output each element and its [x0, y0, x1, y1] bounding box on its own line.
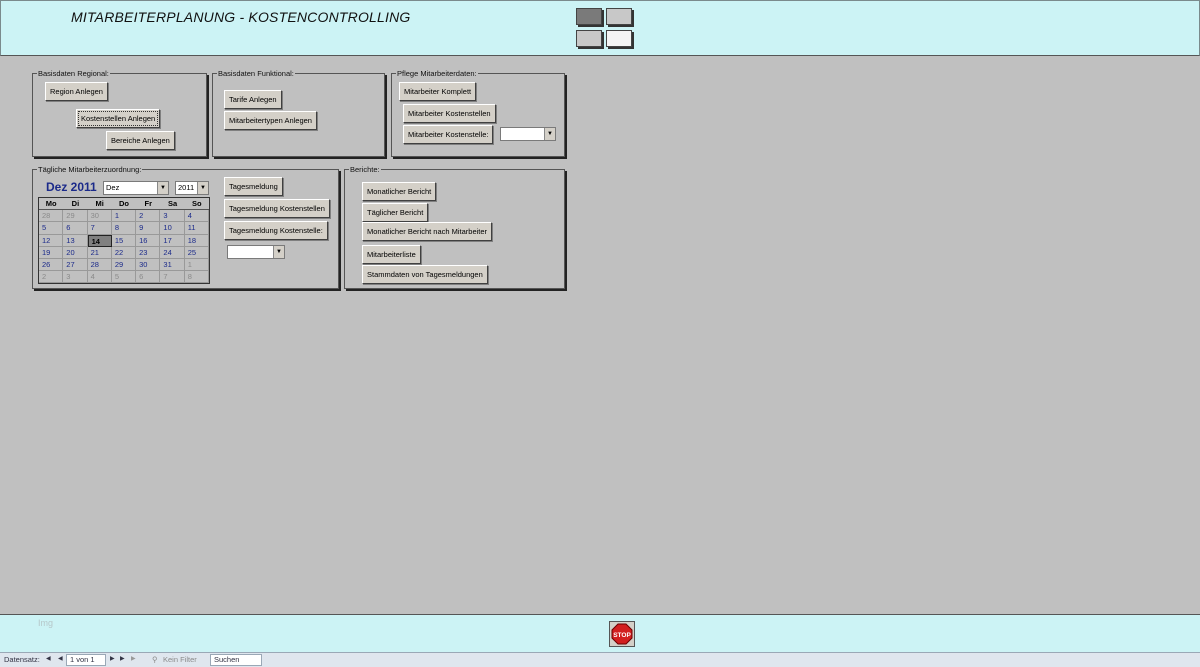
group-label: Basisdaten Funktional: — [217, 69, 295, 78]
svg-text:STOP: STOP — [613, 632, 631, 639]
tarife-anlegen-button[interactable]: Tarife Anlegen — [224, 90, 282, 109]
calendar-day[interactable]: 28 — [39, 210, 64, 223]
tagesmeldung-kostenstelle-select[interactable]: ▼ — [227, 245, 285, 259]
chevron-down-icon[interactable]: ▼ — [544, 128, 555, 140]
calendar-day[interactable]: 19 — [39, 246, 64, 259]
calendar-day[interactable]: 29 — [111, 258, 137, 272]
calendar-day[interactable]: 1 — [111, 210, 137, 223]
calendar-day[interactable]: 17 — [160, 234, 185, 247]
calendar-day[interactable]: 3 — [63, 271, 88, 284]
calendar-day[interactable]: 8 — [111, 222, 137, 235]
footer-ghost-text: Img — [38, 618, 54, 628]
next-record-icon[interactable]: ▶ — [110, 653, 115, 666]
calendar-day[interactable]: 25 — [184, 246, 209, 259]
mitarbeiter-kostenstelle-select[interactable]: ▼ — [500, 127, 556, 141]
tagesmeldung-button[interactable]: Tagesmeldung — [224, 177, 283, 196]
app-title: MITARBEITERPLANUNG - KOSTENCONTROLLING — [71, 9, 411, 25]
calendar-year-select[interactable]: 2011 ▼ — [175, 181, 209, 195]
mitarbeiter-komplett-button[interactable]: Mitarbeiter Komplett — [399, 82, 477, 101]
calendar-day[interactable]: 16 — [136, 234, 161, 247]
stop-button[interactable]: STOP — [609, 621, 635, 647]
calendar-weekday-header: Do — [111, 198, 137, 211]
calendar-day[interactable]: 21 — [87, 246, 112, 259]
calendar-day[interactable]: 7 — [160, 271, 185, 284]
calendar-day[interactable]: 3 — [160, 210, 185, 223]
calendar-day[interactable]: 20 — [63, 246, 88, 259]
calendar-day[interactable]: 12 — [39, 234, 64, 247]
calendar-weekday-header: Sa — [160, 198, 185, 211]
calendar-weekday-header: Mi — [87, 198, 112, 211]
calendar-day-selected[interactable]: 14 — [87, 234, 112, 247]
record-position-field[interactable]: 1 von 1 — [66, 654, 106, 666]
calendar-weekday-header: So — [184, 198, 209, 211]
group-label: Berichte: — [349, 165, 381, 174]
calendar-day[interactable]: 10 — [160, 222, 185, 235]
filter-status[interactable]: Kein Filter — [163, 653, 197, 666]
calendar-month-select[interactable]: Dez ▼ — [103, 181, 169, 195]
chevron-down-icon[interactable]: ▼ — [273, 246, 284, 258]
monatlicher-bericht-mitarbeiter-button[interactable]: Monatlicher Bericht nach Mitarbeiter — [362, 222, 493, 241]
tagesmeldung-kostenstellen-button[interactable]: Tagesmeldung Kostenstellen — [224, 199, 330, 218]
calendar-day[interactable]: 4 — [87, 271, 112, 284]
calendar-day[interactable]: 24 — [160, 246, 185, 259]
calendar-weekday-header: Mo — [39, 198, 64, 211]
filter-icon[interactable]: ⚲ — [152, 653, 158, 666]
record-label: Datensatz: — [4, 655, 40, 664]
group-label: Pflege Mitarbeiterdaten: — [396, 69, 478, 78]
calendar-title: Dez 2011 — [46, 180, 97, 194]
stop-icon: STOP — [611, 623, 633, 645]
group-label: Tägliche Mitarbeiterzuordnung: — [37, 165, 143, 174]
last-record-icon[interactable]: ▶ — [120, 653, 125, 666]
group-label: Basisdaten Regional: — [37, 69, 110, 78]
prev-record-icon[interactable]: ◀ — [58, 653, 63, 666]
calendar-day[interactable]: 6 — [63, 222, 88, 235]
chevron-down-icon[interactable]: ▼ — [157, 182, 168, 194]
calendar-grid: Mo Di Mi Do Fr Sa So 28 29 30 1 2 3 4 5 6 7 8 9 10 11 12 13 14 1… — [38, 197, 210, 284]
mitarbeiter-kostenstellen-button[interactable]: Mitarbeiter Kostenstellen — [403, 104, 496, 123]
calendar-day[interactable]: 1 — [184, 258, 209, 272]
search-input[interactable]: Suchen — [210, 654, 262, 666]
chevron-down-icon[interactable]: ▼ — [197, 182, 208, 194]
mitarbeitertypen-anlegen-button[interactable]: Mitarbeitertypen Anlegen — [224, 111, 317, 130]
calendar-day[interactable]: 31 — [160, 258, 185, 272]
calendar-day[interactable]: 28 — [87, 258, 112, 272]
first-record-icon[interactable]: ◀ — [46, 653, 51, 666]
calendar-day[interactable]: 29 — [63, 210, 88, 223]
calendar-day[interactable]: 23 — [136, 246, 161, 259]
calendar-day[interactable]: 30 — [87, 210, 112, 223]
calendar-day[interactable]: 13 — [63, 234, 88, 247]
taeglicher-bericht-button[interactable]: Täglicher Bericht — [362, 203, 429, 222]
calendar-day[interactable]: 8 — [184, 271, 209, 284]
mitarbeiter-kostenstelle-button[interactable]: Mitarbeiter Kostenstelle: — [403, 125, 494, 144]
calendar-day[interactable]: 6 — [136, 271, 161, 284]
bereiche-anlegen-button[interactable]: Bereiche Anlegen — [106, 131, 175, 150]
footer-bar: Img STOP — [0, 614, 1200, 652]
calendar-day[interactable]: 5 — [111, 271, 137, 284]
calendar-day[interactable]: 26 — [39, 258, 64, 272]
tagesmeldung-kostenstelle-button[interactable]: Tagesmeldung Kostenstelle: — [224, 221, 328, 240]
calendar-day[interactable]: 11 — [184, 222, 209, 235]
calendar-day[interactable]: 7 — [87, 222, 112, 235]
mitarbeiterliste-button[interactable]: Mitarbeiterliste — [362, 245, 421, 264]
monatlicher-bericht-button[interactable]: Monatlicher Bericht — [362, 182, 437, 201]
logo-icon — [576, 8, 634, 50]
calendar-day[interactable]: 30 — [136, 258, 161, 272]
new-record-icon[interactable]: ▶ — [131, 653, 136, 666]
calendar-day[interactable]: 9 — [136, 222, 161, 235]
kostenstellen-anlegen-button[interactable]: Kostenstellen Anlegen — [76, 109, 161, 128]
calendar-day[interactable]: 2 — [136, 210, 161, 223]
calendar-weekday-header: Di — [63, 198, 88, 211]
calendar-day[interactable]: 18 — [184, 234, 209, 247]
calendar-day[interactable]: 15 — [111, 234, 137, 247]
calendar-day[interactable]: 5 — [39, 222, 64, 235]
calendar-day[interactable]: 2 — [39, 271, 64, 284]
calendar-day[interactable]: 4 — [184, 210, 209, 223]
calendar-day[interactable]: 22 — [111, 246, 137, 259]
stammdaten-tagesmeldungen-button[interactable]: Stammdaten von Tagesmeldungen — [362, 265, 488, 284]
region-anlegen-button[interactable]: Region Anlegen — [45, 82, 108, 101]
calendar-weekday-header: Fr — [136, 198, 161, 211]
record-navigation-bar: Datensatz: ◀ ◀ 1 von 1 ▶ ▶ ▶ ⚲ Kein Filt… — [0, 652, 1200, 667]
calendar-day[interactable]: 27 — [63, 258, 88, 272]
header-bar: MITARBEITERPLANUNG - KOSTENCONTROLLING — [0, 0, 1200, 56]
